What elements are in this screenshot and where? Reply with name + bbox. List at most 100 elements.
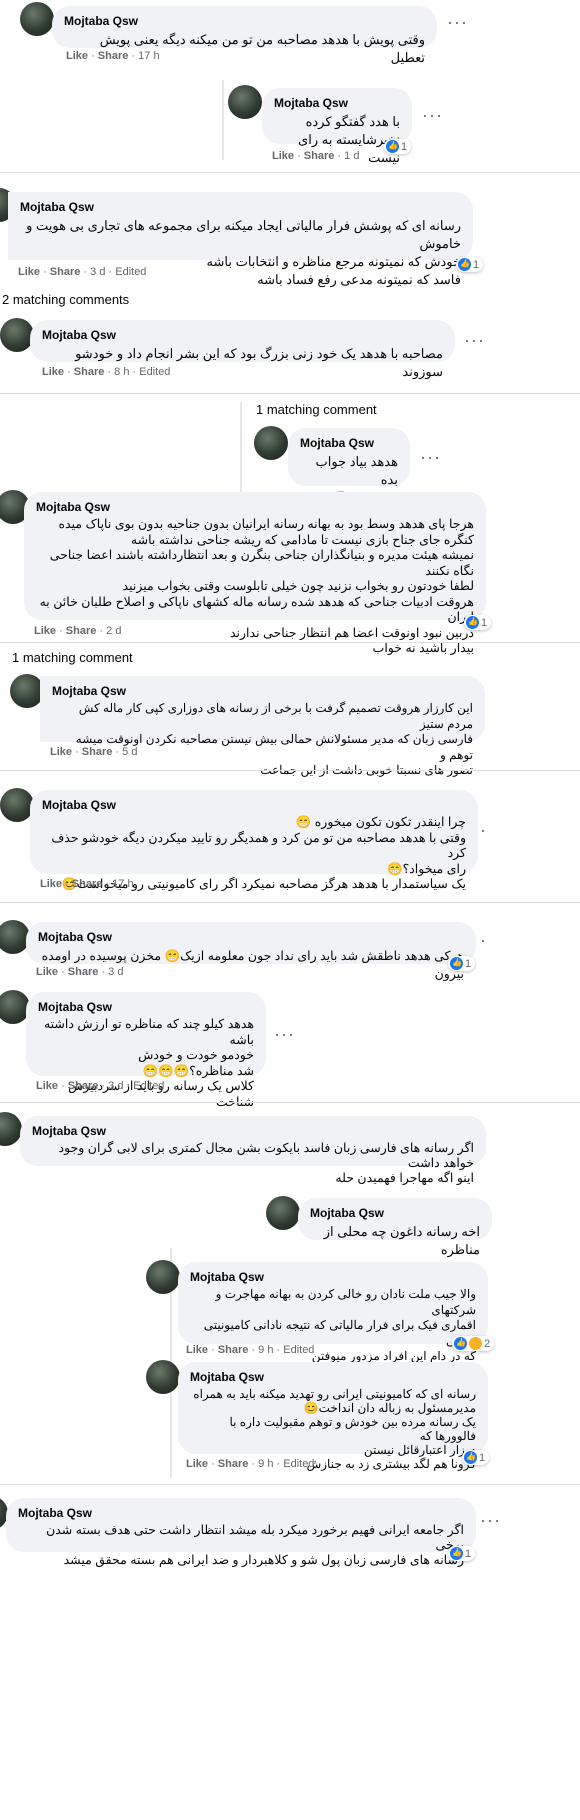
comment-text: این کارزار هروقت تصمیم گرفت با برخی از ر… bbox=[75, 701, 473, 777]
reactions-count[interactable]: 1 bbox=[464, 615, 492, 630]
divider bbox=[0, 172, 580, 173]
avatar[interactable] bbox=[0, 788, 34, 822]
more-options-icon[interactable]: ··· bbox=[447, 12, 468, 33]
more-options-icon[interactable]: ··· bbox=[422, 105, 443, 126]
reactions-count[interactable]: 2 bbox=[452, 1336, 495, 1351]
more-options-icon[interactable]: ··· bbox=[420, 447, 441, 468]
share-link[interactable]: Share bbox=[98, 50, 129, 62]
share-link[interactable]: Share bbox=[82, 746, 113, 758]
author-name[interactable]: Mojtaba Qsw bbox=[300, 436, 398, 450]
timestamp[interactable]: 3 d bbox=[90, 266, 105, 278]
avatar[interactable] bbox=[146, 1260, 180, 1294]
author-name[interactable]: Mojtaba Qsw bbox=[190, 1270, 476, 1284]
divider bbox=[0, 770, 580, 771]
like-reaction-icon bbox=[450, 1547, 463, 1560]
comment-text: اخه رسانه داغون چه محلی از مناظره bbox=[323, 1224, 480, 1257]
like-reaction-icon bbox=[450, 957, 463, 970]
share-link[interactable]: Share bbox=[74, 366, 105, 378]
comment-bubble: Mojtaba Qsw چرا اینقدر تکون تکون میخوره … bbox=[30, 790, 478, 891]
like-reaction-icon bbox=[458, 258, 471, 271]
share-link[interactable]: Share bbox=[50, 266, 81, 278]
comment-bubble: Mojtaba Qsw اگر جامعه ایرانی فهیم برخورد… bbox=[6, 1498, 476, 1567]
like-link[interactable]: Like bbox=[34, 625, 56, 637]
comment-actions: Like · Share · 5 d bbox=[50, 746, 138, 758]
reactions-count[interactable]: 1 bbox=[384, 139, 412, 154]
avatar[interactable] bbox=[254, 426, 288, 460]
matching-comments-label[interactable]: 1 matching comment bbox=[256, 402, 377, 417]
more-options-icon[interactable]: · bbox=[480, 820, 487, 841]
more-options-icon[interactable]: ··· bbox=[464, 330, 485, 351]
like-reaction-icon bbox=[386, 140, 399, 153]
reactions-count[interactable]: 1 bbox=[448, 1546, 476, 1561]
author-name[interactable]: Mojtaba Qsw bbox=[42, 328, 443, 342]
author-name[interactable]: Mojtaba Qsw bbox=[36, 500, 474, 514]
divider bbox=[0, 902, 580, 903]
more-options-icon[interactable]: · bbox=[480, 930, 487, 951]
reactions-count[interactable]: 1 bbox=[462, 1450, 490, 1465]
comment-bubble: Mojtaba Qsw والا جیب ملت نادان رو خالی ک… bbox=[178, 1262, 488, 1379]
like-link[interactable]: Like bbox=[40, 878, 62, 890]
like-link[interactable]: Like bbox=[66, 50, 88, 62]
timestamp[interactable]: 1 d bbox=[344, 150, 359, 162]
comment-bubble: Mojtaba Qsw این کارزار هروقت تصمیم گرفت … bbox=[40, 676, 485, 777]
share-link[interactable]: Share bbox=[68, 966, 99, 978]
reactions-count[interactable]: 1 bbox=[456, 257, 484, 272]
like-link[interactable]: Like bbox=[50, 746, 72, 758]
author-name[interactable]: Mojtaba Qsw bbox=[52, 684, 473, 698]
divider bbox=[0, 1102, 580, 1103]
comment-actions: Like · Share · 2 d bbox=[34, 625, 122, 637]
author-name[interactable]: Mojtaba Qsw bbox=[38, 1000, 254, 1014]
share-link[interactable]: Share bbox=[72, 878, 103, 890]
share-link[interactable]: Share bbox=[218, 1344, 249, 1356]
edited-label: Edited bbox=[115, 266, 147, 278]
more-options-icon[interactable]: ··· bbox=[480, 1510, 501, 1531]
timestamp[interactable]: 3 d bbox=[108, 966, 123, 978]
share-link[interactable]: Share bbox=[304, 150, 335, 162]
author-name[interactable]: Mojtaba Qsw bbox=[18, 1506, 464, 1520]
author-name[interactable]: Mojtaba Qsw bbox=[190, 1370, 476, 1384]
like-reaction-icon bbox=[466, 616, 479, 629]
like-link[interactable]: Like bbox=[272, 150, 294, 162]
like-reaction-icon bbox=[454, 1337, 467, 1350]
timestamp[interactable]: 17 h bbox=[138, 50, 159, 62]
avatar[interactable] bbox=[20, 2, 54, 36]
share-link[interactable]: Share bbox=[218, 1458, 249, 1470]
reactions-count[interactable]: 1 bbox=[448, 956, 476, 971]
like-link[interactable]: Like bbox=[186, 1458, 208, 1470]
author-name[interactable]: Mojtaba Qsw bbox=[20, 200, 461, 214]
like-reaction-icon bbox=[464, 1451, 477, 1464]
avatar[interactable] bbox=[146, 1360, 180, 1394]
avatar[interactable] bbox=[0, 1112, 22, 1146]
timestamp[interactable]: 2 d bbox=[106, 625, 121, 637]
timestamp[interactable]: 5 d bbox=[122, 746, 137, 758]
avatar[interactable] bbox=[10, 674, 44, 708]
like-link[interactable]: Like bbox=[36, 966, 58, 978]
author-name[interactable]: Mojtaba Qsw bbox=[42, 798, 466, 812]
matching-comments-label[interactable]: 1 matching comment bbox=[12, 650, 133, 665]
share-link[interactable]: Share bbox=[68, 1080, 99, 1092]
author-name[interactable]: Mojtaba Qsw bbox=[310, 1206, 480, 1220]
timestamp[interactable]: 17 h bbox=[112, 878, 133, 890]
comment-actions: Like · Share · 8 h · Edited bbox=[42, 366, 171, 378]
author-name[interactable]: Mojtaba Qsw bbox=[38, 930, 464, 944]
timestamp[interactable]: 8 h bbox=[114, 366, 129, 378]
avatar[interactable] bbox=[228, 85, 262, 119]
like-link[interactable]: Like bbox=[186, 1344, 208, 1356]
more-options-icon[interactable]: ··· bbox=[274, 1024, 295, 1045]
timestamp[interactable]: 9 h bbox=[258, 1344, 273, 1356]
comment-bubble: Mojtaba Qsw وقتی پویش با هدهد مصاحبه من … bbox=[52, 6, 437, 65]
comment-bubble: Mojtaba Qsw هرجا پای هدهد وسط بود به بها… bbox=[24, 492, 486, 655]
avatar[interactable] bbox=[266, 1196, 300, 1230]
matching-comments-label[interactable]: 2 matching comments bbox=[2, 292, 129, 307]
comment-actions: Like · Share · 17 h bbox=[40, 878, 134, 890]
share-link[interactable]: Share bbox=[66, 625, 97, 637]
author-name[interactable]: Mojtaba Qsw bbox=[64, 14, 425, 28]
author-name[interactable]: Mojtaba Qsw bbox=[274, 96, 400, 110]
like-link[interactable]: Like bbox=[18, 266, 40, 278]
like-link[interactable]: Like bbox=[36, 1080, 58, 1092]
author-name[interactable]: Mojtaba Qsw bbox=[32, 1124, 474, 1138]
avatar[interactable] bbox=[0, 318, 34, 352]
timestamp[interactable]: 9 h bbox=[258, 1458, 273, 1470]
like-link[interactable]: Like bbox=[42, 366, 64, 378]
timestamp[interactable]: 3 d bbox=[108, 1080, 123, 1092]
